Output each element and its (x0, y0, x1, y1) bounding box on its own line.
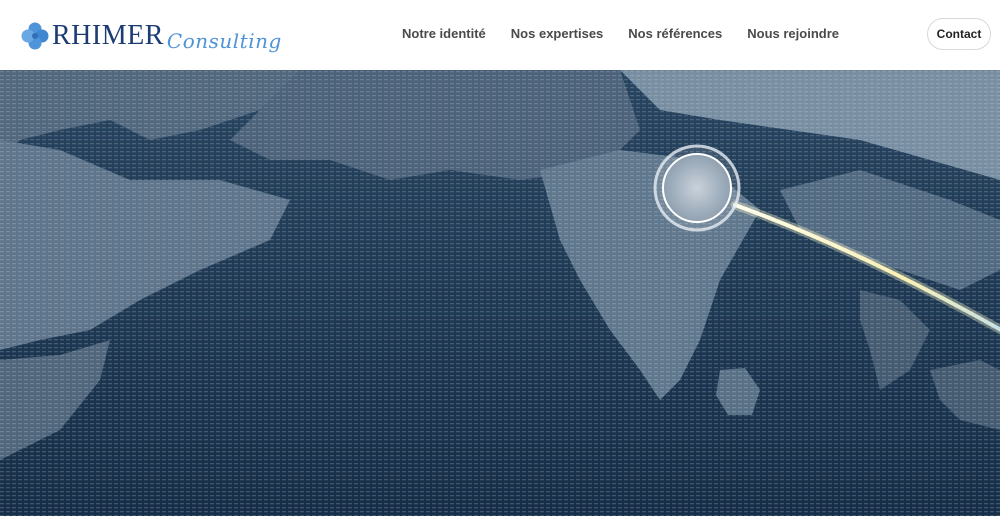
main-nav: Notre identité Nos expertises Nos référe… (402, 26, 864, 41)
nav-item-nos-references[interactable]: Nos références (628, 26, 722, 41)
nav-item-notre-identite[interactable]: Notre identité (402, 26, 486, 41)
location-marker-icon (653, 144, 741, 232)
logo[interactable]: RHIMER Consulting (20, 16, 282, 56)
hero-map-banner (0, 70, 1000, 516)
brand-name: RHIMER (52, 20, 164, 51)
world-map-illustration (0, 70, 1000, 516)
clover-icon (20, 21, 50, 51)
contact-button[interactable]: Contact (927, 18, 991, 50)
site-header: RHIMER Consulting Notre identité Nos exp… (0, 0, 1000, 70)
nav-item-nous-rejoindre[interactable]: Nous rejoindre (747, 26, 839, 41)
brand-tagline: Consulting (166, 29, 282, 53)
nav-item-nos-expertises[interactable]: Nos expertises (511, 26, 604, 41)
